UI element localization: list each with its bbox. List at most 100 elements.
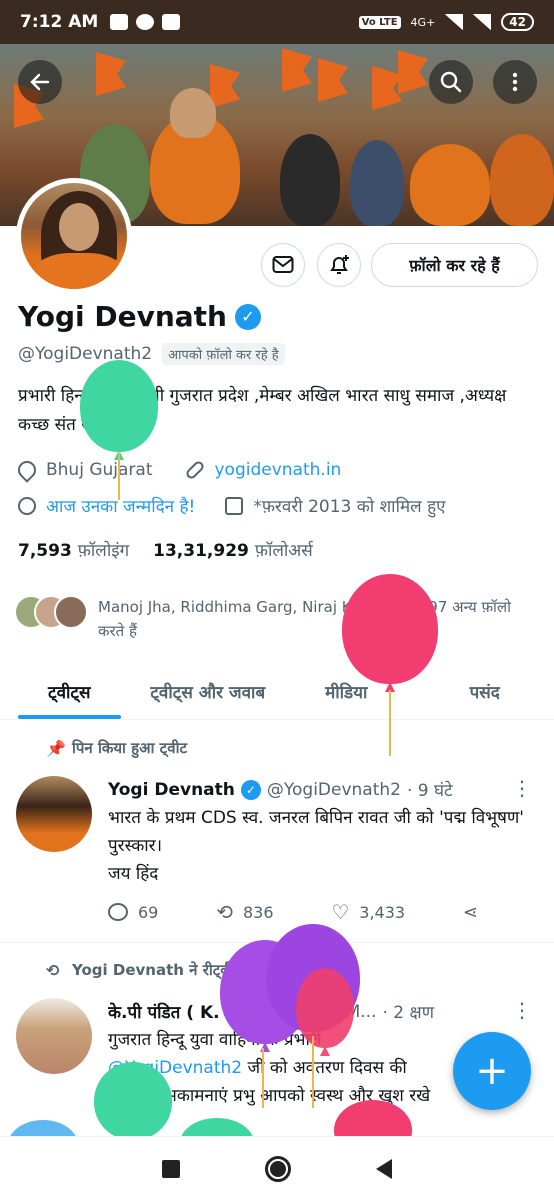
tweet-line-1: भारत के प्रथम CDS स्व. जनरल बिपिन रावत ज… (108, 808, 524, 856)
facebook-icon (136, 14, 155, 30)
following-count-link[interactable]: 7,593 फ़ॉलोइंग (18, 538, 129, 561)
tweet-actions: 69 ⟲ 836 ♡ 3,433 ⋖ (108, 900, 478, 924)
tweet-time: · 9 घंटे (406, 781, 453, 801)
flag-decor (210, 64, 240, 108)
network-type: 4G+ (410, 15, 436, 29)
follow-counts: 7,593 फ़ॉलोइंग 13,31,929 फ़ॉलोअर्स (18, 538, 313, 561)
home-dot (269, 1160, 286, 1177)
pinned-context: 📌 पिन किया हुआ ट्वीट (46, 738, 188, 758)
reply-count: 69 (138, 902, 159, 922)
profile-avatar[interactable] (16, 178, 132, 294)
tweet-avatar[interactable] (16, 998, 92, 1074)
followers-count-link[interactable]: 13,31,929 फ़ॉलोअर्स (153, 538, 313, 561)
balloon-decor (94, 1062, 172, 1140)
like-button[interactable]: ♡ 3,433 (331, 900, 405, 924)
retweet-icon: ⟲ (46, 960, 60, 980)
gmail-icon (110, 14, 129, 30)
flag-decor (372, 66, 402, 110)
volte-badge: Vo LTE (358, 15, 401, 29)
status-time: 7:12 AM (20, 12, 99, 32)
verified-badge-icon: ✓ (240, 779, 261, 800)
tab-likes[interactable]: पसंद (416, 664, 554, 719)
crowd-figure (280, 134, 340, 226)
heart-icon: ♡ (331, 900, 350, 924)
pinned-label: पिन किया हुआ ट्वीट (72, 739, 188, 757)
balloon-string (312, 1036, 314, 1108)
crowd-figure (410, 144, 490, 226)
android-nav-bar (0, 1136, 554, 1200)
recents-button[interactable] (162, 1159, 181, 1178)
flag-decor (282, 48, 312, 92)
battery-indicator: 42 (501, 13, 534, 31)
tweet-text[interactable]: भारत के प्रथम CDS स्व. जनरल बिपिन रावत ज… (108, 804, 528, 888)
location-icon (14, 457, 40, 483)
share-button[interactable]: ⋖ (463, 900, 478, 924)
balloon-icon (18, 496, 36, 515)
followers-count: 13,31,929 (153, 541, 249, 561)
message-button[interactable] (261, 243, 305, 287)
avatar-robe (31, 253, 127, 289)
tweet-author-name[interactable]: Yogi Devnath (108, 780, 235, 800)
crowd-figure (350, 140, 404, 226)
calendar-icon (225, 496, 244, 515)
signal-icon (445, 14, 464, 30)
like-count: 3,433 (359, 902, 406, 922)
tweet-more-icon[interactable]: ⋮ (512, 998, 532, 1022)
following-count: 7,593 (18, 541, 72, 561)
profile-location: Bhuj Gujarat (46, 460, 153, 480)
flag-decor (398, 50, 428, 94)
balloon-decor (342, 574, 438, 684)
crowd-figure (170, 88, 216, 138)
following-button[interactable]: फ़ॉलो कर रहे हैं (371, 243, 538, 287)
compose-tweet-button[interactable]: + (453, 1032, 531, 1110)
notifications-button[interactable] (317, 243, 361, 287)
profile-name-text: Yogi Devnath (18, 300, 227, 333)
bell-plus-icon (330, 255, 349, 274)
balloon-decor (80, 360, 158, 452)
flag-decor (96, 52, 126, 96)
back-button[interactable] (18, 60, 62, 104)
verified-badge-icon: ✓ (234, 303, 261, 330)
search-icon (440, 71, 462, 93)
share-icon: ⋖ (462, 901, 478, 923)
profile-tabs: ट्वीट्स ट्वीट्स और जवाब मीडिया पसंद (0, 664, 554, 720)
known-follower-avatars (14, 595, 88, 631)
tweet-time: · 2 क्षण (382, 1003, 435, 1023)
known-followers-text: Manoj Jha, Riddhima Garg, Niraj Keshri औ… (98, 598, 511, 640)
reply-icon (108, 903, 128, 921)
reply-button[interactable]: 69 (108, 900, 158, 924)
tweet-author-handle: @YogiDevnath2 (266, 779, 401, 800)
profile-meta-row-2: आज उनका जन्मदिन है! *फ़रवरी 2013 को शामि… (18, 494, 446, 517)
retweet-icon: ⟲ (216, 900, 233, 924)
balloon-decor (296, 968, 354, 1048)
joined-date: *फ़रवरी 2013 को शामिल हुए (253, 497, 446, 517)
balloon-string (389, 690, 391, 756)
tweet-header: Yogi Devnath ✓ @YogiDevnath2 · 9 घंटे (108, 778, 518, 801)
avatar-face (59, 203, 99, 251)
search-button[interactable] (429, 60, 473, 104)
retweet-button[interactable]: ⟲ 836 (216, 900, 273, 924)
crowd-figure (490, 134, 554, 226)
tweet-more-icon[interactable]: ⋮ (512, 776, 532, 800)
balloon-string (262, 1048, 264, 1108)
more-options-button[interactable] (493, 60, 537, 104)
handle-row: @YogiDevnath2 आपको फ़ॉलो कर रहे है (18, 343, 285, 365)
arrow-left-icon (30, 73, 50, 91)
plus-icon: + (475, 1048, 509, 1094)
birthday-text[interactable]: आज उनका जन्मदिन है! (46, 494, 195, 517)
retweet-count: 836 (242, 902, 274, 922)
system-back-button[interactable] (375, 1158, 392, 1179)
known-followers[interactable]: Manoj Jha, Riddhima Garg, Niraj Keshri औ… (14, 595, 538, 643)
home-button[interactable] (264, 1155, 291, 1182)
profile-meta-row-1: Bhuj Gujarat yogidevnath.in (14, 457, 342, 483)
tab-tweets-replies[interactable]: ट्वीट्स और जवाब (139, 664, 278, 719)
youtube-icon (162, 14, 181, 30)
followers-label: फ़ॉलोअर्स (254, 541, 313, 561)
status-bar: 7:12 AM Vo LTE 4G+ 42 (0, 0, 554, 44)
flag-decor (318, 58, 348, 102)
envelope-icon (272, 256, 294, 273)
tweet-avatar[interactable] (16, 776, 92, 852)
tweet-line-2: जय हिंद (108, 864, 159, 884)
tab-tweets[interactable]: ट्वीट्स (0, 664, 139, 719)
profile-website-link[interactable]: yogidevnath.in (215, 460, 342, 480)
